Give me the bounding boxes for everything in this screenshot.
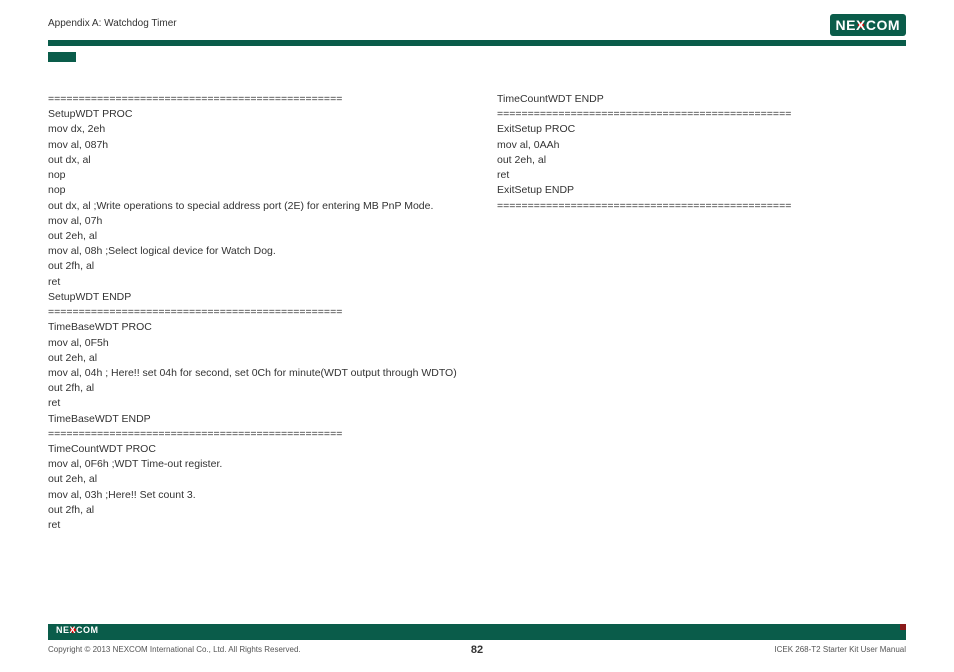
copyright-text: Copyright © 2013 NEXCOM International Co…	[48, 645, 301, 654]
code-block-1: ========================================…	[48, 92, 457, 533]
logo-com-sm: COM	[76, 625, 99, 635]
page-number: 82	[471, 644, 483, 656]
footer-bar	[48, 624, 906, 640]
logo-com: COM	[866, 17, 900, 33]
logo-ne-sm: NE	[56, 625, 70, 635]
nexcom-logo-top: NEXCOM	[830, 14, 906, 36]
code-block-2: TimeCountWDT ENDP ======================…	[497, 92, 906, 214]
column-left: ========================================…	[48, 92, 457, 533]
logo-ne: NE	[836, 17, 856, 33]
header-accent-block	[48, 52, 76, 62]
nexcom-logo-bottom: NEXCOM	[52, 620, 103, 638]
column-right: TimeCountWDT ENDP ======================…	[497, 92, 906, 533]
header-rule	[48, 40, 906, 46]
manual-name: ICEK 268-T2 Starter Kit User Manual	[774, 645, 906, 654]
logo-x-icon: X	[856, 17, 866, 33]
logo-x-icon-sm: X	[70, 625, 77, 635]
footer-dots-icon	[890, 624, 906, 640]
header-title: Appendix A: Watchdog Timer	[48, 18, 177, 29]
main-content: ========================================…	[48, 92, 906, 533]
